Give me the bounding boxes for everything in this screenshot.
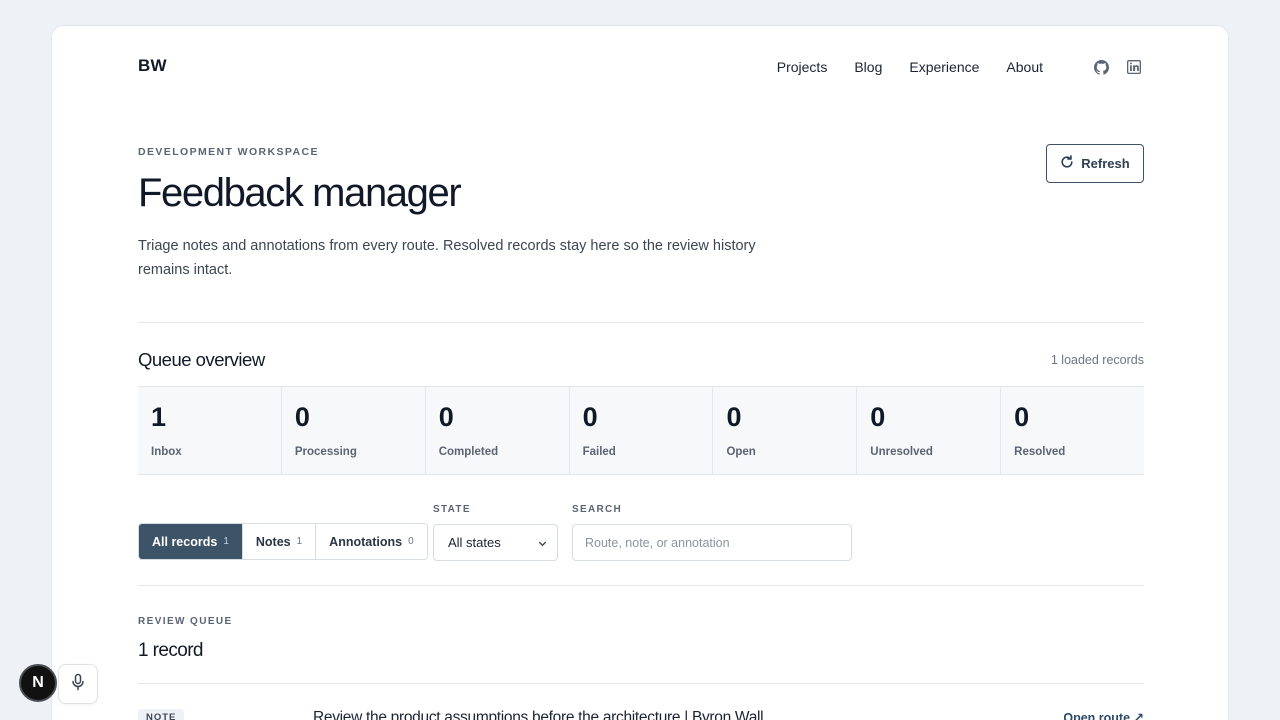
queue-eyebrow: REVIEW QUEUE — [138, 616, 233, 627]
divider — [138, 322, 1144, 323]
tab-label: Notes — [255, 534, 291, 549]
stats-grid: 1 Inbox 0 Processing 0 Completed 0 Faile… — [138, 386, 1144, 475]
tab-label: All records — [152, 534, 218, 549]
open-route-link[interactable]: Open route ↗ — [1063, 710, 1144, 720]
stat-value: 0 — [870, 402, 886, 432]
stat-failed: 0 Failed — [570, 387, 714, 474]
github-icon[interactable] — [1091, 57, 1111, 77]
microphone-button[interactable] — [58, 664, 98, 704]
tab-count: 1 — [296, 536, 303, 547]
stat-resolved: 0 Resolved — [1001, 387, 1144, 474]
nav-projects[interactable]: Projects — [777, 59, 828, 75]
stat-label: Open — [726, 446, 756, 458]
search-input[interactable] — [572, 524, 852, 561]
page-description: Triage notes and annotations from every … — [138, 238, 756, 278]
tab-label: Annotations — [329, 534, 403, 549]
tab-notes[interactable]: Notes 1 — [242, 524, 317, 559]
stat-label: Failed — [582, 446, 616, 458]
stat-completed: 0 Completed — [426, 387, 570, 474]
state-value: All states — [448, 535, 501, 550]
top-nav: Projects Blog Experience About — [777, 57, 1144, 77]
overview-title: Queue overview — [138, 349, 265, 370]
stat-label: Unresolved — [870, 446, 933, 458]
stat-label: Processing — [294, 446, 357, 458]
stat-value: 0 — [438, 402, 454, 432]
page-card: BW Projects Blog Experience About DEVELO… — [51, 25, 1229, 720]
hero-eyebrow: DEVELOPMENT WORKSPACE — [138, 146, 319, 158]
tab-annotations[interactable]: Annotations 0 — [316, 524, 427, 559]
state-select[interactable]: All states — [433, 524, 558, 561]
nav-experience[interactable]: Experience — [909, 59, 979, 75]
dev-tools-button[interactable]: N — [19, 664, 57, 702]
stat-value: 0 — [582, 402, 598, 432]
stat-label: Inbox — [151, 446, 182, 458]
stat-inbox: 1 Inbox — [138, 387, 282, 474]
queue-count: 1 record — [138, 640, 204, 661]
loaded-count: 1 loaded records — [1050, 353, 1144, 367]
refresh-button[interactable]: Refresh — [1046, 144, 1144, 183]
microphone-icon — [70, 673, 86, 696]
dev-tools-badge: N — [32, 674, 44, 691]
stat-label: Completed — [438, 446, 499, 458]
refresh-icon — [1060, 155, 1074, 172]
brand-logo[interactable]: BW — [138, 56, 167, 76]
stat-label: Resolved — [1014, 446, 1066, 458]
divider — [138, 683, 1144, 684]
search-label: SEARCH — [572, 504, 623, 515]
record-type-badge: NOTE — [138, 709, 185, 720]
stat-value: 0 — [1014, 402, 1030, 432]
nav-blog[interactable]: Blog — [854, 59, 882, 75]
divider — [138, 585, 1144, 586]
refresh-label: Refresh — [1081, 156, 1130, 171]
record-type-tabs: All records 1 Notes 1 Annotations 0 — [138, 523, 428, 560]
page-title: Feedback manager — [138, 171, 462, 215]
nav-about[interactable]: About — [1006, 59, 1043, 75]
record-title[interactable]: Review the product assumptions before th… — [313, 709, 764, 720]
stat-processing: 0 Processing — [282, 387, 426, 474]
stat-value: 0 — [726, 402, 742, 432]
tab-all-records[interactable]: All records 1 — [139, 524, 243, 559]
chevron-down-icon — [537, 537, 548, 552]
stat-open: 0 Open — [713, 387, 858, 474]
tab-count: 0 — [408, 536, 414, 547]
linkedin-icon[interactable] — [1124, 57, 1144, 77]
stat-value: 1 — [151, 402, 167, 432]
stat-unresolved: 0 Unresolved — [857, 387, 1002, 474]
stat-value: 0 — [294, 402, 310, 432]
tab-count: 1 — [223, 536, 229, 547]
state-label: STATE — [433, 504, 471, 515]
